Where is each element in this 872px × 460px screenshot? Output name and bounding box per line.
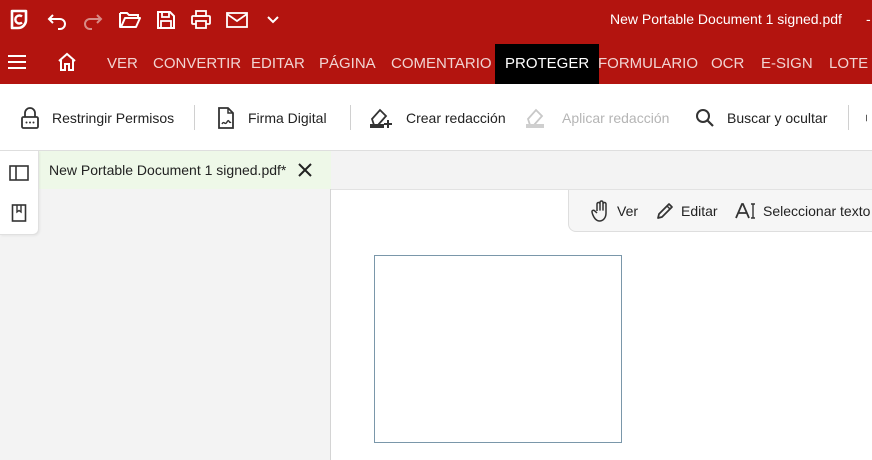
close-icon[interactable]	[296, 161, 314, 179]
tab-e-sign[interactable]: E-SIGN	[761, 44, 813, 84]
mail-icon[interactable]	[224, 0, 250, 40]
window-title: New Portable Document 1 signed.pdf	[610, 11, 842, 27]
search-and-hide-button[interactable]: Buscar y ocultar	[695, 84, 827, 151]
view-mode-select-text-button[interactable]: Seleccionar texto	[735, 190, 870, 232]
app-logo-icon[interactable]	[6, 0, 32, 40]
lock-icon	[20, 106, 40, 129]
digital-signature-icon	[216, 106, 236, 129]
view-mode-ver-button[interactable]: Ver	[591, 190, 638, 232]
tab-comentario[interactable]: COMENTARIO	[391, 44, 492, 84]
undo-icon[interactable]	[44, 0, 70, 40]
bookmark-icon[interactable]	[0, 193, 38, 233]
chevron-down-icon[interactable]	[262, 0, 284, 40]
side-rail	[0, 151, 39, 235]
restrict-permissions-button[interactable]: Restringir Permisos	[20, 84, 174, 151]
view-mode-select-text-label: Seleccionar texto	[763, 203, 871, 219]
search-and-hide-label: Buscar y ocultar	[727, 109, 828, 126]
hamburger-menu-icon[interactable]	[7, 40, 27, 84]
title-bar: New Portable Document 1 signed.pdf -	[0, 0, 872, 40]
ribbon-tabs: VER CONVERTIR EDITAR PÁGINA COMENTARIO P…	[0, 40, 872, 84]
tab-proteger[interactable]: PROTEGER	[495, 44, 600, 84]
document-tab-label: New Portable Document 1 signed.pdf*	[49, 162, 287, 178]
document-tab[interactable]: New Portable Document 1 signed.pdf*	[39, 151, 331, 189]
home-icon[interactable]	[57, 40, 77, 84]
create-redaction-label: Crear redacción	[406, 109, 506, 126]
panel-toggle-icon[interactable]	[0, 153, 38, 193]
open-folder-icon[interactable]	[116, 0, 144, 40]
apply-redaction-button[interactable]: Aplicar redacción	[524, 84, 669, 151]
apply-redaction-icon	[524, 106, 550, 130]
tab-editar[interactable]: EDITAR	[251, 44, 305, 84]
protect-toolbar: Restringir Permisos Firma Digital Crear …	[0, 84, 872, 151]
tab-convertir[interactable]: CONVERTIR	[153, 44, 241, 84]
save-icon[interactable]	[153, 0, 179, 40]
tab-lote[interactable]: LOTE	[829, 44, 868, 84]
toolbar-divider	[350, 105, 351, 130]
search-icon	[695, 108, 715, 128]
navigation-panel	[0, 189, 331, 460]
app-window: New Portable Document 1 signed.pdf - VER…	[0, 0, 872, 460]
restrict-permissions-label: Restringir Permisos	[52, 109, 175, 126]
tab-ocr[interactable]: OCR	[711, 44, 744, 84]
redo-icon[interactable]	[80, 0, 106, 40]
select-text-icon	[735, 201, 757, 221]
pencil-icon	[655, 201, 675, 221]
view-mode-editar-button[interactable]: Editar	[655, 190, 718, 232]
digital-signature-label: Firma Digital	[248, 109, 327, 126]
toolbar-divider	[194, 105, 195, 130]
view-mode-editar-label: Editar	[681, 203, 718, 219]
digital-signature-button[interactable]: Firma Digital	[216, 84, 327, 151]
tab-formulario[interactable]: FORMULARIO	[598, 44, 698, 84]
create-redaction-button[interactable]: Crear redacción	[368, 84, 506, 151]
apply-redaction-label: Aplicar redacción	[562, 109, 670, 126]
tab-pagina[interactable]: PÁGINA	[319, 44, 376, 84]
tab-ver[interactable]: VER	[107, 44, 138, 84]
print-icon[interactable]	[188, 0, 214, 40]
window-title-extra: -	[866, 11, 871, 27]
toolbar-divider	[848, 105, 849, 130]
pdf-page[interactable]	[374, 255, 622, 443]
view-mode-ver-label: Ver	[617, 203, 639, 219]
hand-icon	[591, 200, 611, 222]
view-mode-toolbar: Ver Editar Seleccionar texto	[568, 190, 872, 232]
create-redaction-icon	[368, 106, 394, 130]
more-tools-icon[interactable]	[864, 84, 872, 151]
